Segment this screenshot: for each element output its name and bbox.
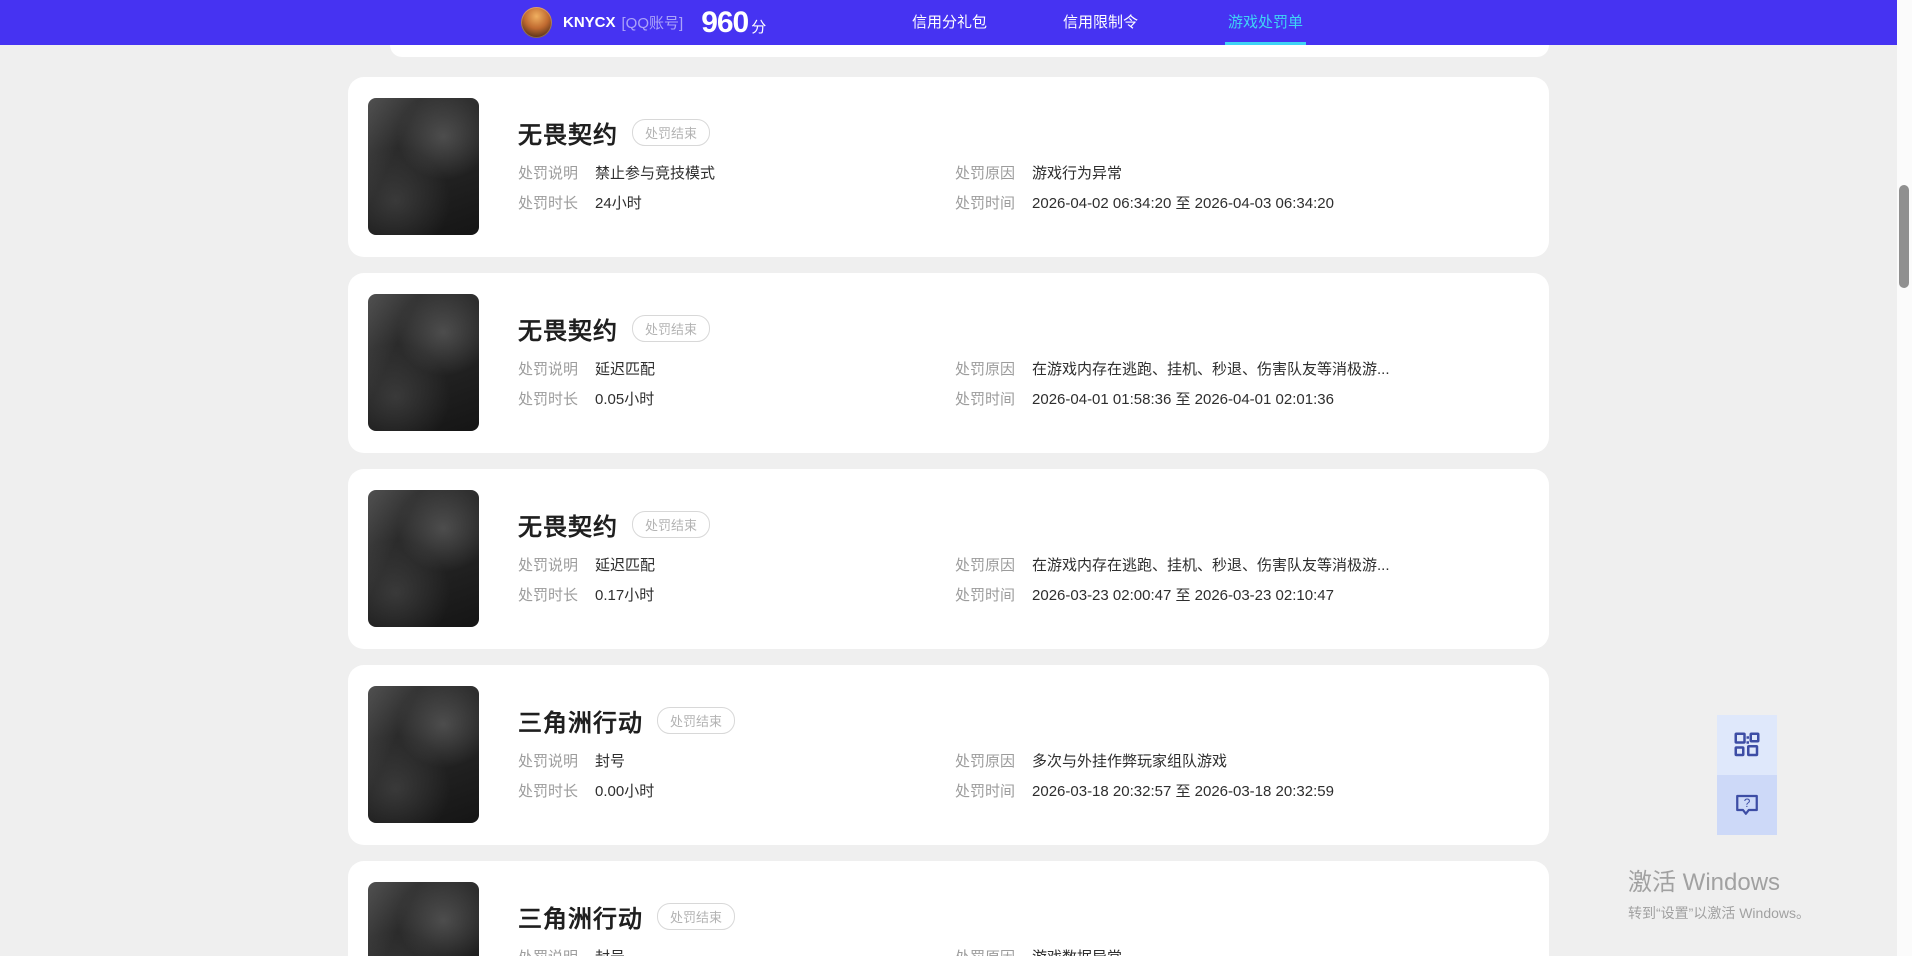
game-thumbnail <box>368 686 479 823</box>
label-time: 处罚时间 <box>955 783 1016 800</box>
value-time: 2026-03-23 02:00:47 至 2026-03-23 02:10:4… <box>1032 587 1334 604</box>
previous-card-partial <box>390 45 1549 57</box>
punishment-list: 无畏契约 处罚结束 处罚说明 禁止参与竞技模式 处罚原因 游戏行为异常 处罚时长… <box>348 77 1549 956</box>
value-desc: 封号 <box>595 948 625 956</box>
value-desc: 延迟匹配 <box>595 361 656 378</box>
game-thumbnail <box>368 294 479 431</box>
scrollbar-track[interactable] <box>1897 0 1912 956</box>
header-tabs: 信用分礼包 信用限制令 游戏处罚单 <box>912 0 1307 45</box>
status-badge: 处罚结束 <box>632 315 711 342</box>
value-reason: 游戏数据异常 <box>1032 948 1122 956</box>
game-title: 三角洲行动 <box>518 710 643 737</box>
username: KNYCX <box>563 14 616 31</box>
qr-code-icon <box>1734 732 1760 757</box>
label-time: 处罚时间 <box>955 587 1016 604</box>
punishment-card: 三角洲行动 处罚结束 处罚说明 封号 处罚原因 多次与外挂作弊玩家组队游戏 处罚… <box>348 665 1549 845</box>
value-duration: 24小时 <box>595 195 642 212</box>
value-reason: 游戏行为异常 <box>1032 165 1123 182</box>
game-thumbnail <box>368 98 479 235</box>
label-desc: 处罚说明 <box>518 165 579 182</box>
game-title: 无畏契约 <box>518 122 618 149</box>
credit-score-value: 960 <box>701 5 749 39</box>
label-reason: 处罚原因 <box>955 753 1016 770</box>
value-duration: 0.17小时 <box>595 587 655 604</box>
game-title: 无畏契约 <box>518 514 618 541</box>
scrollbar-thumb[interactable] <box>1899 185 1909 288</box>
value-duration: 0.00小时 <box>595 783 655 800</box>
status-badge: 处罚结束 <box>632 511 711 538</box>
game-thumbnail <box>368 490 479 627</box>
tab-credit-restriction[interactable]: 信用限制令 <box>1063 0 1138 45</box>
game-title: 三角洲行动 <box>518 906 643 933</box>
punishment-card: 无畏契约 处罚结束 处罚说明 延迟匹配 处罚原因 在游戏内存在逃跑、挂机、秒退、… <box>348 469 1549 649</box>
credit-score-unit: 分 <box>751 18 767 36</box>
value-reason: 多次与外挂作弊玩家组队游戏 <box>1032 753 1228 770</box>
label-reason: 处罚原因 <box>955 557 1016 574</box>
label-time: 处罚时间 <box>955 391 1016 408</box>
label-reason: 处罚原因 <box>955 361 1016 378</box>
user-info: KNYCX [QQ账号] 960 分 <box>521 0 766 45</box>
tab-credit-gift[interactable]: 信用分礼包 <box>912 0 987 45</box>
windows-watermark: 激活 Windows 转到“设置”以激活 Windows。 <box>1628 862 1810 923</box>
punishment-card: 无畏契约 处罚结束 处罚说明 禁止参与竞技模式 处罚原因 游戏行为异常 处罚时长… <box>348 77 1549 257</box>
status-badge: 处罚结束 <box>657 707 736 734</box>
help-icon: ? <box>1736 794 1758 815</box>
avatar <box>521 7 552 38</box>
label-duration: 处罚时长 <box>518 587 579 604</box>
label-duration: 处罚时长 <box>518 195 579 212</box>
label-duration: 处罚时长 <box>518 391 579 408</box>
status-badge: 处罚结束 <box>657 903 736 930</box>
value-time: 2026-04-01 01:58:36 至 2026-04-01 02:01:3… <box>1032 391 1334 408</box>
game-thumbnail <box>368 882 479 956</box>
svg-text:?: ? <box>1744 796 1751 810</box>
label-desc: 处罚说明 <box>518 361 579 378</box>
watermark-title: 激活 Windows <box>1628 869 1781 896</box>
label-desc: 处罚说明 <box>518 753 579 770</box>
game-title: 无畏契约 <box>518 318 618 345</box>
tab-game-punishment[interactable]: 游戏处罚单 <box>1225 0 1307 45</box>
punishment-card: 三角洲行动 处罚结束 处罚说明 封号 处罚原因 游戏数据异常 <box>348 861 1549 956</box>
value-reason: 在游戏内存在逃跑、挂机、秒退、伤害队友等消极游... <box>1032 361 1390 378</box>
value-reason: 在游戏内存在逃跑、挂机、秒退、伤害队友等消极游... <box>1032 557 1390 574</box>
value-time: 2026-03-18 20:32:57 至 2026-03-18 20:32:5… <box>1032 783 1334 800</box>
header: KNYCX [QQ账号] 960 分 信用分礼包 信用限制令 游戏处罚单 <box>0 0 1912 45</box>
status-badge: 处罚结束 <box>632 119 711 146</box>
value-desc: 禁止参与竞技模式 <box>595 165 716 182</box>
label-reason: 处罚原因 <box>955 948 1015 956</box>
label-desc: 处罚说明 <box>518 948 578 956</box>
watermark-subtitle: 转到“设置”以激活 Windows。 <box>1628 905 1811 921</box>
label-duration: 处罚时长 <box>518 783 579 800</box>
account-type-tag: [QQ账号] <box>621 15 684 32</box>
value-duration: 0.05小时 <box>595 391 655 408</box>
label-time: 处罚时间 <box>955 195 1016 212</box>
value-time: 2026-04-02 06:34:20 至 2026-04-03 06:34:2… <box>1032 195 1334 212</box>
label-desc: 处罚说明 <box>518 557 579 574</box>
qr-code-button[interactable] <box>1717 715 1777 775</box>
value-desc: 延迟匹配 <box>595 557 656 574</box>
game-punishment-page: KNYCX [QQ账号] 960 分 信用分礼包 信用限制令 游戏处罚单 无畏契… <box>0 0 1912 956</box>
value-desc: 封号 <box>595 753 626 770</box>
help-button[interactable]: ? <box>1717 775 1777 835</box>
credit-score: 960 分 <box>701 6 766 40</box>
floating-buttons: ? <box>1717 715 1777 835</box>
label-reason: 处罚原因 <box>955 165 1016 182</box>
punishment-card: 无畏契约 处罚结束 处罚说明 延迟匹配 处罚原因 在游戏内存在逃跑、挂机、秒退、… <box>348 273 1549 453</box>
